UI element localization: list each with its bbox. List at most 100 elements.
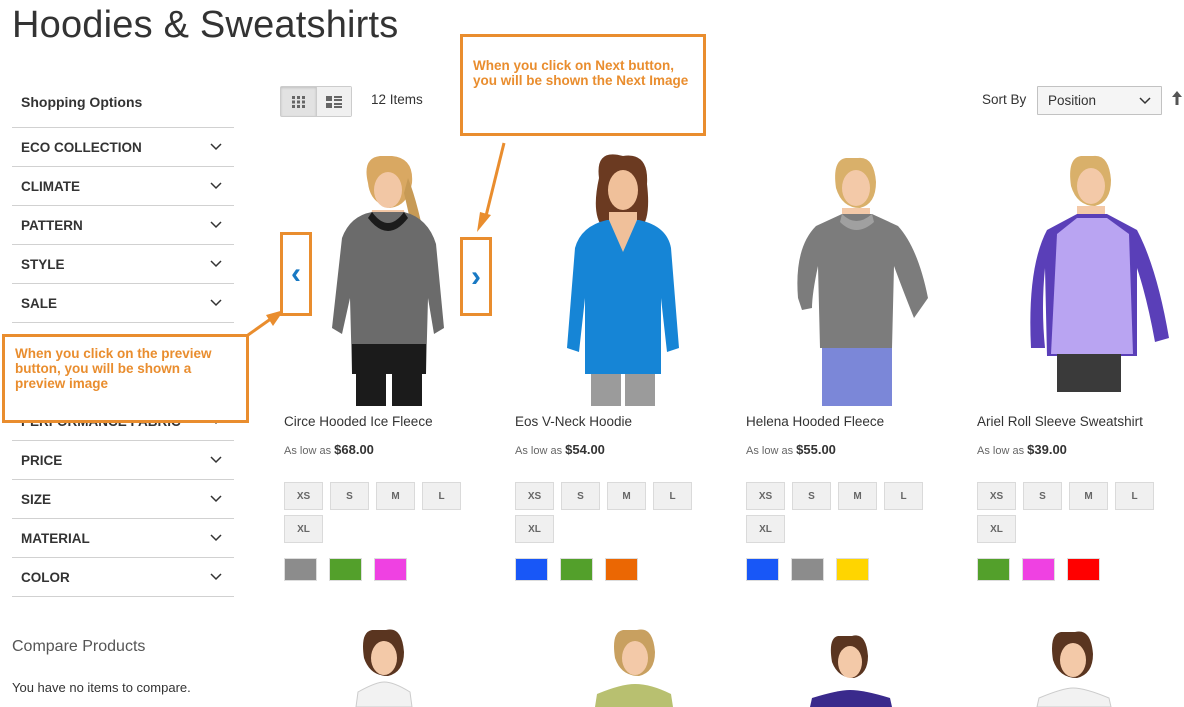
product-name[interactable]: Ariel Roll Sleeve Sweatshirt (977, 414, 1143, 429)
color-swatch[interactable] (746, 558, 779, 581)
color-swatch[interactable] (1022, 558, 1055, 581)
filter-eco-collection[interactable]: ECO COLLECTION (12, 128, 234, 167)
color-swatch[interactable] (560, 558, 593, 581)
shopping-options-title: Shopping Options (12, 88, 234, 128)
size-option-m[interactable]: M (1069, 482, 1108, 510)
price-prefix: As low as (284, 445, 332, 457)
size-option-xs[interactable]: XS (746, 482, 785, 510)
grid-icon (291, 95, 305, 108)
chevron-down-icon (210, 534, 222, 542)
arrow-up-icon[interactable] (1170, 90, 1184, 106)
size-options: XS S M L XL (284, 482, 504, 543)
product-image[interactable] (280, 622, 500, 707)
filter-sale[interactable]: SALE (12, 284, 234, 323)
filter-label: SALE (21, 295, 58, 311)
filter-label: SIZE (21, 491, 52, 507)
filter-size[interactable]: SIZE (12, 480, 234, 519)
product-image[interactable] (511, 622, 731, 707)
price-value: $68.00 (334, 442, 374, 457)
color-swatches (977, 558, 1100, 581)
size-option-xs[interactable]: XS (284, 482, 323, 510)
size-options: XS S M L XL (977, 482, 1184, 543)
filter-label: PATTERN (21, 217, 83, 233)
price-prefix: As low as (977, 445, 1025, 457)
product-price: As low as $54.00 (515, 442, 605, 457)
preview-button-note: When you click on the preview button, yo… (2, 334, 249, 423)
product-name[interactable]: Helena Hooded Fleece (746, 414, 884, 429)
filter-pattern[interactable]: PATTERN (12, 206, 234, 245)
sort-by-value: Position (1048, 93, 1097, 108)
chevron-down-icon (210, 143, 222, 151)
chevron-down-icon (210, 456, 222, 464)
color-swatches (515, 558, 638, 581)
size-option-xl[interactable]: XL (284, 515, 323, 543)
filter-label: CLIMATE (21, 178, 80, 194)
size-option-l[interactable]: L (884, 482, 923, 510)
product-card[interactable]: Ariel Roll Sleeve Sweatshirt As low as $… (973, 148, 1184, 581)
filter-label: STYLE (21, 256, 65, 272)
size-option-s[interactable]: S (1023, 482, 1062, 510)
size-option-xl[interactable]: XL (746, 515, 785, 543)
chevron-down-icon (210, 221, 222, 229)
product-name[interactable]: Circe Hooded Ice Fleece (284, 414, 433, 429)
previous-image-button[interactable]: ‹ (280, 232, 312, 316)
sort-by-select[interactable]: Position (1037, 86, 1162, 115)
product-image[interactable] (511, 148, 731, 406)
price-prefix: As low as (515, 445, 563, 457)
product-price: As low as $68.00 (284, 442, 374, 457)
filter-climate[interactable]: CLIMATE (12, 167, 234, 206)
chevron-left-icon: ‹ (291, 257, 301, 290)
color-swatch[interactable] (374, 558, 407, 581)
chevron-right-icon: › (471, 259, 481, 293)
size-option-xs[interactable]: XS (977, 482, 1016, 510)
size-option-xl[interactable]: XL (977, 515, 1016, 543)
product-card[interactable]: Eos V-Neck Hoodie As low as $54.00 XS S M L… (511, 148, 731, 581)
filter-color[interactable]: COLOR (12, 558, 234, 597)
color-swatch[interactable] (605, 558, 638, 581)
grid-view-button[interactable] (281, 87, 316, 116)
size-option-xl[interactable]: XL (515, 515, 554, 543)
list-icon (326, 95, 342, 108)
items-count: 12 Items (371, 92, 423, 107)
product-image[interactable] (973, 148, 1184, 406)
color-swatch[interactable] (515, 558, 548, 581)
size-option-l[interactable]: L (653, 482, 692, 510)
color-swatch[interactable] (977, 558, 1010, 581)
size-option-l[interactable]: L (1115, 482, 1154, 510)
compare-empty-text: You have no items to compare. (12, 680, 191, 695)
color-swatch[interactable] (329, 558, 362, 581)
list-view-button[interactable] (316, 87, 351, 116)
filter-label: MATERIAL (21, 530, 90, 546)
filter-style[interactable]: STYLE (12, 245, 234, 284)
filter-material[interactable]: MATERIAL (12, 519, 234, 558)
next-button-note: When you click on Next button, you will … (460, 34, 706, 136)
size-option-xs[interactable]: XS (515, 482, 554, 510)
product-price: As low as $39.00 (977, 442, 1067, 457)
filter-price[interactable]: PRICE (12, 441, 234, 480)
product-name[interactable]: Eos V-Neck Hoodie (515, 414, 632, 429)
size-option-m[interactable]: M (838, 482, 877, 510)
size-option-m[interactable]: M (376, 482, 415, 510)
size-option-s[interactable]: S (792, 482, 831, 510)
size-option-l[interactable]: L (422, 482, 461, 510)
next-image-button[interactable]: › (460, 237, 492, 316)
color-swatch[interactable] (791, 558, 824, 581)
size-option-s[interactable]: S (330, 482, 369, 510)
sort-by-label: Sort By (982, 92, 1027, 107)
size-options: XS S M L XL (746, 482, 966, 543)
product-image[interactable] (742, 622, 962, 707)
chevron-down-icon (210, 260, 222, 268)
size-option-s[interactable]: S (561, 482, 600, 510)
price-value: $39.00 (1027, 442, 1067, 457)
page-title: Hoodies & Sweatshirts (12, 4, 399, 46)
product-image[interactable] (973, 622, 1184, 707)
product-image[interactable] (742, 148, 962, 406)
product-card[interactable]: Helena Hooded Fleece As low as $55.00 XS… (742, 148, 962, 581)
view-mode-switcher (280, 86, 352, 117)
color-swatches (284, 558, 407, 581)
color-swatch[interactable] (836, 558, 869, 581)
size-option-m[interactable]: M (607, 482, 646, 510)
color-swatch[interactable] (1067, 558, 1100, 581)
color-swatch[interactable] (284, 558, 317, 581)
filter-label: COLOR (21, 569, 70, 585)
